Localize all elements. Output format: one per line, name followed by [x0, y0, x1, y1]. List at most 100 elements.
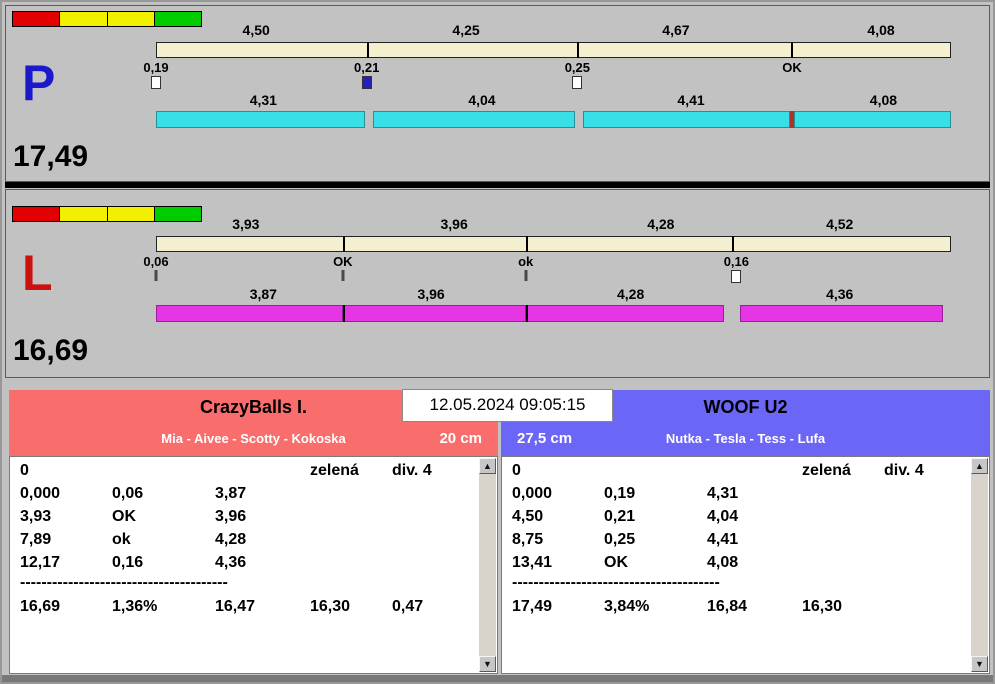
dog-time-label: 4,36	[826, 286, 854, 302]
cell: 0,19	[604, 485, 636, 502]
cell: OK	[604, 554, 628, 571]
lane-letter-p: P	[22, 55, 56, 111]
cell: 7,89	[20, 531, 52, 548]
dog-time-label: 4,08	[869, 92, 898, 108]
split-bar-divider	[791, 42, 794, 58]
cell: 16,30	[310, 598, 351, 615]
start-light-yellow1-icon	[59, 11, 108, 27]
result-row: 8,75 0,25 4,41	[512, 530, 965, 552]
cross-marker-tick-icon	[341, 270, 345, 281]
cell: 13,41	[512, 554, 553, 571]
cell: 0,47	[392, 598, 424, 615]
cell: div. 4	[392, 462, 432, 479]
split-time-label: 3,96	[440, 216, 468, 232]
cell: 3,93	[20, 508, 52, 525]
scroll-down-icon[interactable]: ▼	[971, 656, 988, 672]
cross-time-label: 0,25	[564, 60, 590, 75]
cell: 16,47	[215, 598, 256, 615]
totals-row: 17,49 3,84% 16,84 16,30	[512, 597, 965, 619]
totals-row: 16,69 1,36% 16,47 16,30 0,47	[20, 597, 473, 619]
cell: div. 4	[884, 462, 924, 479]
cell: 3,96	[215, 508, 247, 525]
dog-time-label: 4,31	[249, 92, 277, 108]
split-time-label: 4,52	[826, 216, 854, 232]
left-team-jump-height: 20 cm	[439, 430, 482, 447]
p-dog-labels-row: 4,31 4,04 4,41 4,08	[156, 92, 951, 109]
dog-bar-segment	[740, 305, 944, 322]
dog-bar-segment	[582, 111, 791, 128]
cell: 3,87	[215, 485, 247, 502]
scroll-up-icon[interactable]: ▲	[479, 458, 496, 474]
l-split-labels-row: 3,93 3,96 4,28 4,52	[156, 216, 951, 233]
cell: 1,36%	[112, 598, 158, 615]
dog-bar-segment	[342, 305, 526, 322]
cell: 0,21	[604, 508, 636, 525]
p-dog-bar	[156, 111, 951, 128]
scroll-up-icon[interactable]: ▲	[971, 458, 988, 474]
split-bar-divider	[343, 236, 346, 252]
cross-time-label: 0,06	[143, 254, 169, 269]
p-lane-track: 4,50 4,25 4,67 4,08 0,19 0,21 0,25 OK 4,…	[143, 22, 951, 135]
l-cross-labels-row: 0,06 OK ok 0,16	[143, 254, 951, 269]
cell: zelená	[310, 462, 359, 479]
p-lane-total-time: 17,49	[13, 140, 89, 173]
cell: 4,31	[707, 485, 739, 502]
l-split-bar	[156, 236, 951, 252]
lane-divider	[5, 182, 990, 188]
cell: 4,36	[215, 554, 247, 571]
scrollbar-track[interactable]: ▲ ▼	[479, 458, 496, 672]
l-dog-labels-row: 3,87 3,96 4,28 4,36	[156, 286, 951, 303]
datetime-display: 12.05.2024 09:05:15	[402, 389, 613, 422]
cell: 0,06	[112, 485, 144, 502]
split-time-label: 3,93	[232, 216, 260, 232]
dog-bar-segment	[373, 111, 575, 128]
cell: 17,49	[512, 598, 553, 615]
result-row: 12,17 0,16 4,36	[20, 553, 473, 575]
l-cross-markers-row	[154, 270, 951, 284]
split-bar-divider	[731, 236, 734, 252]
dog-time-label: 4,04	[468, 92, 496, 108]
l-lane-track: 3,93 3,96 4,28 4,52 0,06 OK ok 0,16 3,87…	[143, 216, 951, 329]
cell: 0,16	[112, 554, 144, 571]
split-bar-divider	[367, 42, 370, 58]
right-team-panel: WOOF U2 Nutka - Tesla - Tess - Lufa 27,5…	[501, 390, 990, 674]
cell: 0	[512, 462, 521, 479]
cell: 0	[20, 462, 29, 479]
p-cross-labels-row: 0,19 0,21 0,25 OK	[143, 60, 951, 75]
result-row: 0 zelená div. 4	[512, 461, 965, 483]
cell: 4,50	[512, 508, 544, 525]
window-bottom-frame	[2, 675, 993, 682]
cell: 4,28	[215, 531, 247, 548]
result-row: 4,50 0,21 4,04	[512, 507, 965, 529]
separator-row: ---------------------------------------	[512, 574, 720, 591]
cell: 4,08	[707, 554, 739, 571]
right-team-jump-height: 27,5 cm	[517, 430, 573, 447]
cross-marker-white-icon	[572, 76, 583, 89]
scroll-down-icon[interactable]: ▼	[479, 656, 496, 672]
cross-time-label: 0,16	[723, 254, 749, 269]
cross-marker-white-icon	[731, 270, 742, 283]
cell: 12,17	[20, 554, 61, 571]
dog-bar-divider	[525, 305, 528, 322]
p-cross-markers-row	[151, 76, 951, 90]
cross-time-label: OK	[782, 60, 802, 75]
cell: 3,84%	[604, 598, 650, 615]
cell: 16,69	[20, 598, 61, 615]
start-light-yellow1-icon	[59, 206, 108, 222]
split-bar-divider	[525, 236, 528, 252]
start-light-red-icon	[12, 206, 61, 222]
dog-bar-segment	[156, 305, 343, 322]
cell: 0,000	[20, 485, 61, 502]
cell: OK	[112, 508, 136, 525]
cell: 4,04	[707, 508, 739, 525]
scrollbar-track[interactable]: ▲ ▼	[971, 458, 988, 672]
cross-time-label: ok	[518, 254, 534, 269]
start-light-yellow2-icon	[106, 11, 155, 27]
p-split-bar	[156, 42, 951, 58]
split-time-label: 4,50	[242, 22, 270, 38]
cell: 8,75	[512, 531, 544, 548]
cross-time-label: 0,21	[354, 60, 380, 75]
cross-marker-tick-icon	[154, 270, 158, 281]
dog-time-label: 4,28	[616, 286, 645, 302]
right-team-results: 0 zelená div. 4 0,000 0,19 4,31 4,50 0,2…	[501, 456, 990, 674]
